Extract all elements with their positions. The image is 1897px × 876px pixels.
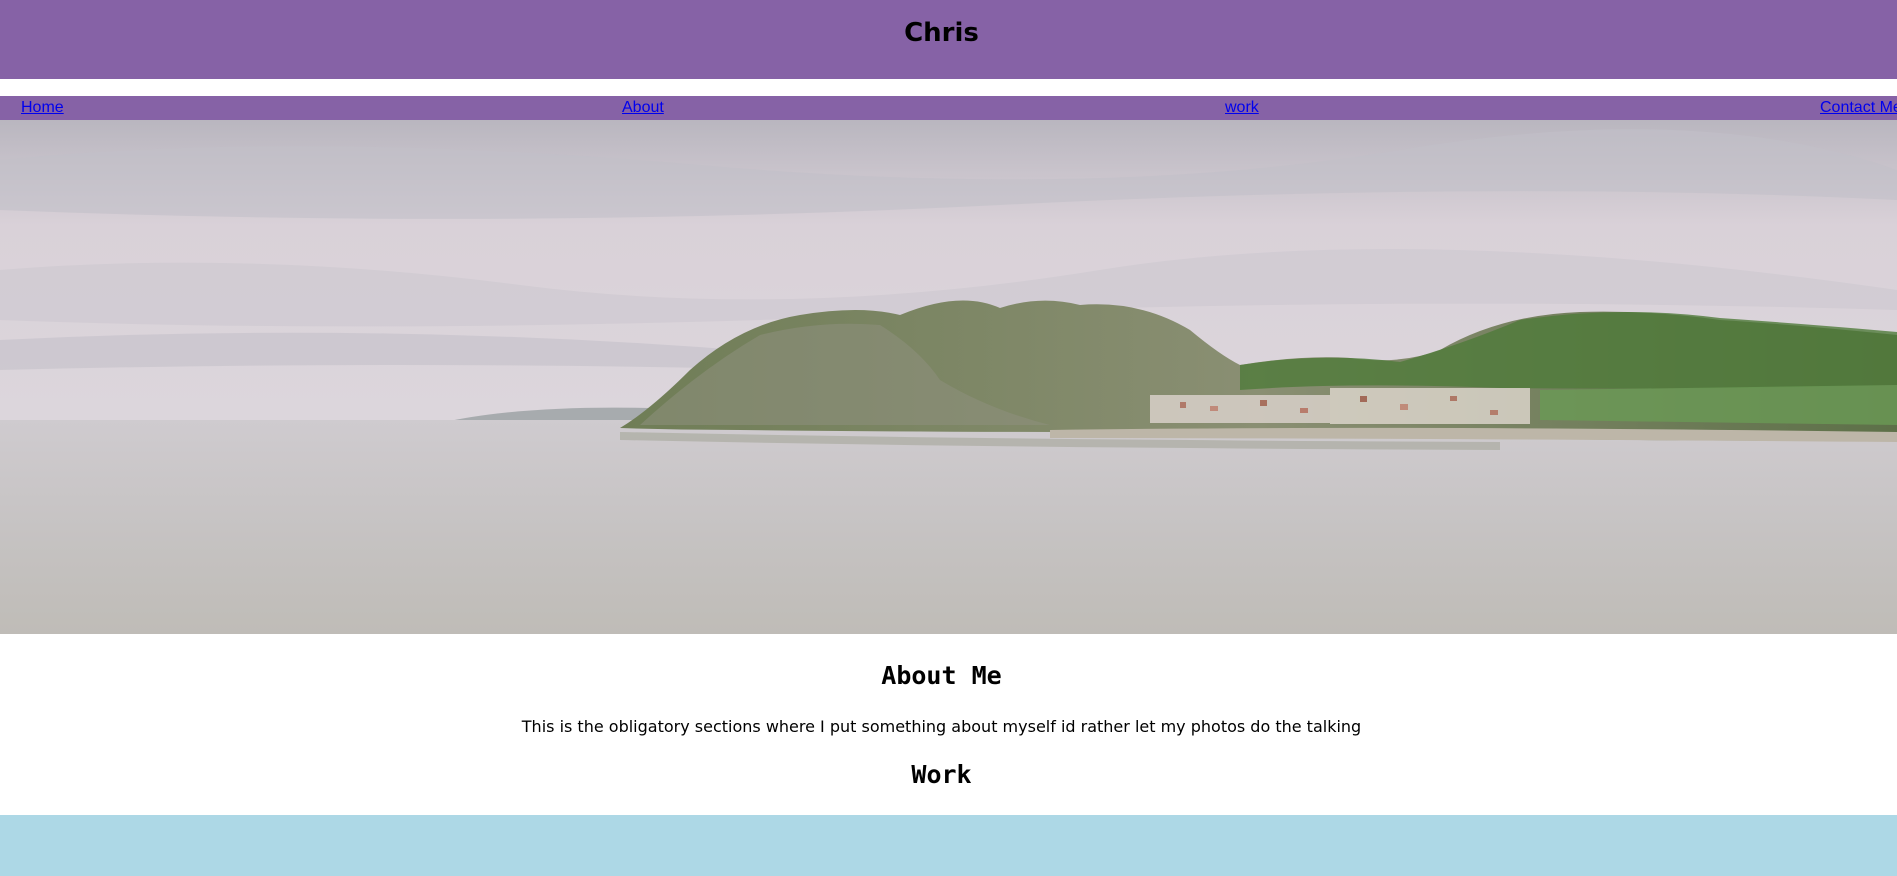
main-nav: Home About work Contact Me [0, 96, 1897, 120]
hero-landscape-photo [0, 120, 1897, 634]
site-title: Chris [904, 18, 979, 48]
work-heading: Work [911, 760, 972, 789]
work-section-background [0, 815, 1897, 876]
nav-link-work[interactable]: work [1225, 98, 1259, 118]
nav-link-about[interactable]: About [622, 98, 664, 118]
about-heading: About Me [881, 661, 1002, 690]
about-text: This is the obligatory sections where I … [521, 717, 1362, 736]
nav-link-contact[interactable]: Contact Me [1820, 98, 1897, 118]
site-header: Chris [0, 0, 1897, 79]
nav-link-home[interactable]: Home [21, 98, 64, 118]
hero-image [0, 120, 1897, 634]
